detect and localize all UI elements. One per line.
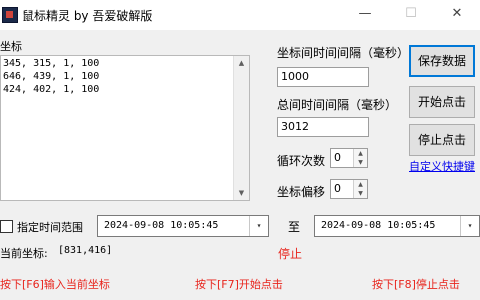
coord-line: 424, 402, 1, 100 (3, 84, 100, 95)
scroll-up-arrow-icon[interactable]: ▲ (234, 56, 249, 70)
loop-count-spinner[interactable]: 0 ▲ ▼ (330, 148, 368, 168)
app-icon (2, 7, 18, 23)
loop-count-stepper[interactable]: ▲ ▼ (353, 149, 367, 167)
scroll-down-arrow-icon[interactable]: ▼ (234, 186, 249, 200)
end-datetime-value: 2024-09-08 10:05:45 (321, 220, 436, 231)
run-state-text: 停止 (278, 247, 303, 261)
stepper-down-icon[interactable]: ▼ (354, 189, 367, 198)
to-label: 至 (288, 220, 301, 234)
hint-f6: 按下[F6]输入当前坐标 (0, 278, 110, 291)
start-click-button[interactable]: 开始点击 (409, 86, 475, 118)
coord-line: 345, 315, 1, 100 (3, 58, 100, 69)
close-button[interactable]: ✕ (434, 0, 480, 30)
hint-f8: 按下[F8]停止点击 (372, 278, 460, 291)
current-coord-value: [831,416] (58, 245, 113, 256)
coords-textarea[interactable]: 345, 315, 1, 100 646, 439, 1, 100 424, 4… (0, 55, 250, 201)
coord-interval-input[interactable]: 1000 (277, 67, 369, 87)
hint-f7: 按下[F7]开始点击 (195, 278, 283, 291)
current-coord-label: 当前坐标: (0, 247, 48, 260)
save-data-button[interactable]: 保存数据 (409, 45, 475, 77)
end-datetime-picker[interactable]: 2024-09-08 10:05:45 ▾ (314, 215, 480, 237)
stepper-down-icon[interactable]: ▼ (354, 158, 367, 167)
maximize-button[interactable]: ☐ (388, 0, 434, 30)
start-datetime-value: 2024-09-08 10:05:45 (104, 220, 219, 231)
total-interval-input[interactable]: 3012 (277, 117, 369, 137)
coord-offset-stepper[interactable]: ▲ ▼ (353, 180, 367, 198)
calendar-dropdown-icon[interactable]: ▾ (460, 216, 479, 236)
window-title: 鼠标精灵 by 吾爱破解版 (22, 9, 153, 23)
loop-count-value: 0 (334, 151, 341, 164)
start-datetime-picker[interactable]: 2024-09-08 10:05:45 ▾ (97, 215, 269, 237)
loop-count-label: 循环次数 (277, 154, 326, 168)
custom-hotkey-link[interactable]: 自定义快捷键 (409, 158, 475, 174)
coords-group-label: 坐标 (0, 40, 22, 53)
coord-offset-spinner[interactable]: 0 ▲ ▼ (330, 179, 368, 199)
time-range-checkbox[interactable] (0, 220, 13, 233)
vertical-scrollbar[interactable]: ▲ ▼ (233, 56, 249, 200)
stepper-up-icon[interactable]: ▲ (354, 180, 367, 189)
coord-offset-value: 0 (334, 182, 341, 195)
stepper-up-icon[interactable]: ▲ (354, 149, 367, 158)
coord-offset-label: 坐标偏移 (277, 185, 326, 199)
calendar-dropdown-icon[interactable]: ▾ (249, 216, 268, 236)
coord-line: 646, 439, 1, 100 (3, 71, 100, 82)
time-range-label: 指定时间范围 (17, 221, 83, 234)
minimize-button[interactable]: — (342, 0, 388, 30)
stop-click-button[interactable]: 停止点击 (409, 124, 475, 156)
total-interval-label: 总间时间间隔（毫秒） (277, 98, 398, 112)
coord-interval-label: 坐标间时间间隔（毫秒） (277, 46, 410, 60)
